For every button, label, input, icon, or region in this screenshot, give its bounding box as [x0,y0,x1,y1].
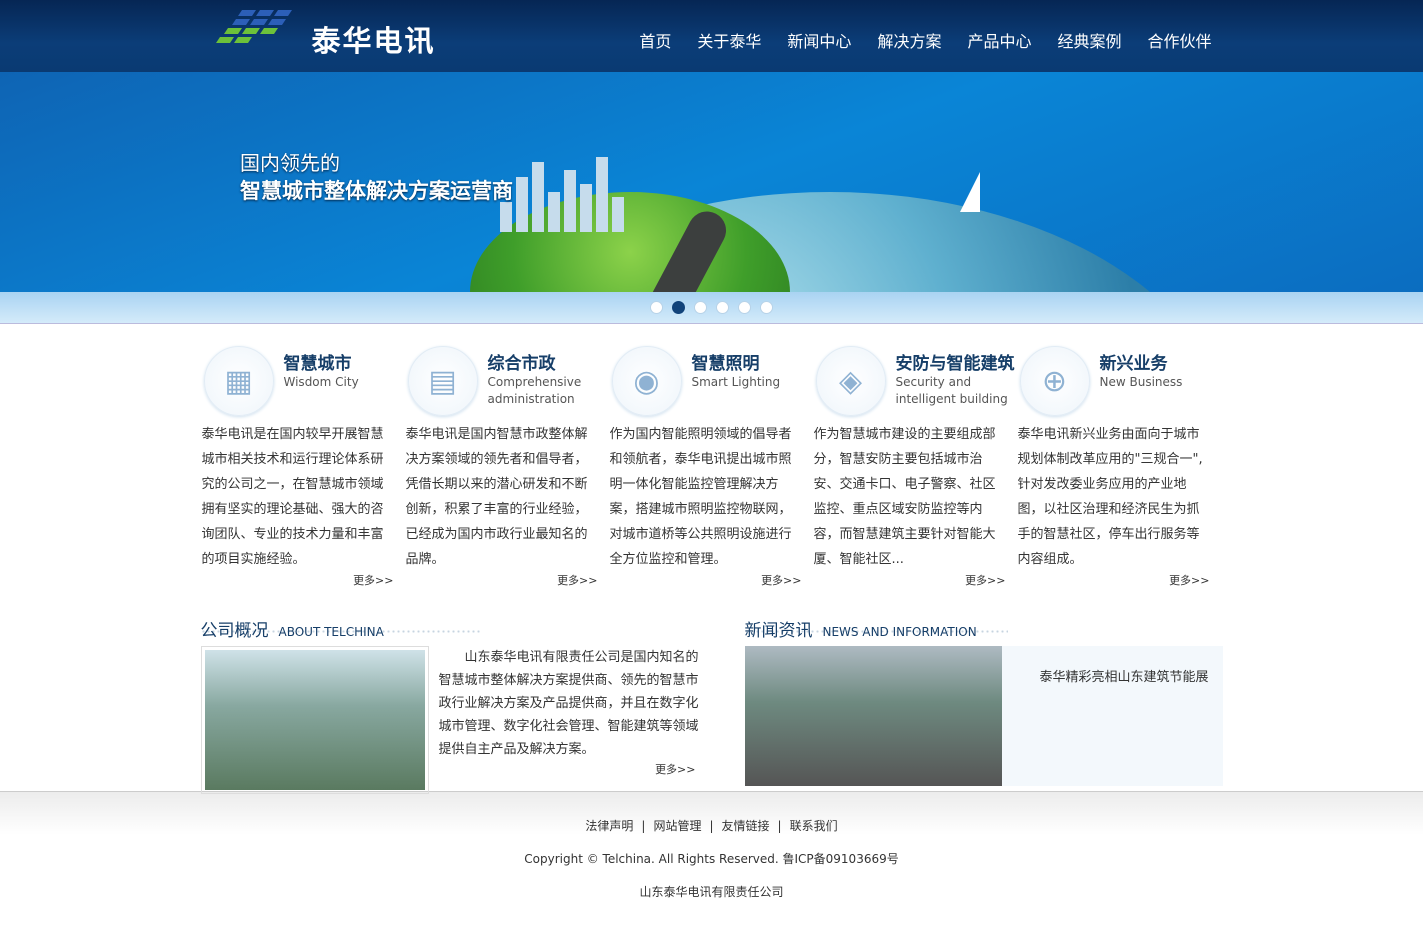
about-title[interactable]: 公司概况 [201,616,269,641]
layers-icon: ◈ [815,346,886,416]
more-link[interactable]: 更多>> [1169,572,1209,588]
news-title[interactable]: 新闻资讯 [745,616,813,641]
banner-line1: 国内领先的 [240,151,340,175]
service-desc: 泰华电讯新兴业务由面向于城市规划体制改革应用的"三规合一",针对发改委业务应用的… [1017,427,1203,567]
service-card: ▦ 智慧城市 Wisdom City 泰华电讯是在国内较早开展智慧城市相关技术和运行理… [202,346,406,616]
footer-link-friends[interactable]: 友情链接 [722,819,770,833]
footer-link-admin[interactable]: 网站管理 [653,819,701,833]
slide-dot-1[interactable] [650,301,663,314]
service-title[interactable]: 新兴业务 [1100,349,1168,374]
nav-about[interactable]: 关于泰华 [697,28,761,52]
nav-news[interactable]: 新闻中心 [787,28,851,52]
about-heading: 公司概况 ABOUT TELCHINA [200,616,711,644]
slide-dot-3[interactable] [694,301,707,314]
brand-name: 泰华电讯 [311,24,436,58]
service-desc: 泰华电讯是在国内较早开展智慧城市相关技术和运行理论体系研究的公司之一，在智慧城市… [201,427,384,567]
service-card: ▤ 综合市政 Comprehensive administration 泰华电讯是国内… [406,346,610,616]
news-headline[interactable]: 泰华精彩亮相山东建筑节能展 [1002,646,1221,786]
more-link[interactable]: 更多>> [965,572,1005,588]
city-skyline [500,152,624,232]
copyright: Copyright © Telchina. All Rights Reserve… [524,852,899,866]
nav-home[interactable]: 首页 [639,28,671,52]
service-title[interactable]: 安防与智能建筑 [896,349,1015,374]
main-nav: 首页 关于泰华 新闻中心 解决方案 产品中心 经典案例 合作伙伴 [613,28,1211,52]
service-card: ◉ 智慧照明 Smart Lighting 作为国内智能照明领域的倡导者和领航者，泰华… [610,346,814,616]
service-title[interactable]: 智慧照明 [692,349,760,374]
service-title[interactable]: 智慧城市 [284,349,352,374]
company-name: 山东泰华电讯有限责任公司 [639,885,784,899]
logo-icon[interactable] [212,6,307,62]
service-subtitle: New Business [1099,375,1183,389]
service-desc: 泰华电讯是国内智慧市政整体解决方案领域的领先者和倡导者，凭借长期以来的潜心研发和… [405,427,588,567]
nav-solutions[interactable]: 解决方案 [877,28,941,52]
nav-cases[interactable]: 经典案例 [1057,28,1121,52]
slide-dot-2[interactable] [672,301,685,314]
service-desc: 作为智慧城市建设的主要组成部分，智慧安防主要包括城市治安、交通卡口、电子警察、社… [813,427,996,567]
slide-dot-5[interactable] [738,301,751,314]
footer-link-contact[interactable]: 联系我们 [790,819,838,833]
building-icon: ▦ [203,346,274,416]
service-subtitle: Smart Lighting [691,375,781,389]
footer-link-legal[interactable]: 法律声明 [585,819,633,833]
slide-dot-6[interactable] [760,301,773,314]
slide-dot-4[interactable] [716,301,729,314]
lightbulb-icon: ◉ [611,346,682,416]
services: ▦ 智慧城市 Wisdom City 泰华电讯是在国内较早开展智慧城市相关技术和运行理… [202,324,1222,616]
news-heading: 新闻资讯 NEWS AND INFORMATION [744,616,1223,644]
sailboat-icon [960,172,980,212]
about-subtitle: ABOUT TELCHINA [278,625,384,639]
news-subtitle: NEWS AND INFORMATION [822,625,977,639]
nav-products[interactable]: 产品中心 [967,28,1031,52]
more-link[interactable]: 更多>> [353,572,393,588]
slider-dots [0,292,1423,324]
banner-line2: 智慧城市整体解决方案运营商 [240,179,513,203]
document-icon: ▤ [407,346,478,416]
more-link[interactable]: 更多>> [761,572,801,588]
header: 泰华电讯 首页 关于泰华 新闻中心 解决方案 产品中心 经典案例 合作伙伴 [0,0,1423,72]
footer-links: 法律声明 | 网站管理 | 友情链接 | 联系我们 [585,819,838,833]
service-subtitle: Security and intelligent building [895,375,1008,406]
service-title[interactable]: 综合市政 [488,349,556,374]
info-section: 公司概况 ABOUT TELCHINA 山东泰华电讯有限责任公司是国内知名的智慧城… [200,616,1223,794]
company-photo[interactable] [200,646,429,794]
service-subtitle: Wisdom City [283,375,359,389]
news-item: 泰华精彩亮相山东建筑节能展 [744,646,1223,786]
service-card: ⊕ 新兴业务 New Business 泰华电讯新兴业务由面向于城市规划体制改革应用的… [1018,346,1222,616]
news-photo[interactable] [744,646,1002,786]
about-more-link[interactable]: 更多>> [655,761,695,777]
globe-search-icon: ⊕ [1019,346,1090,416]
about-panel: 公司概况 ABOUT TELCHINA 山东泰华电讯有限责任公司是国内知名的智慧城… [200,616,711,794]
banner[interactable]: 国内领先的 智慧城市整体解决方案运营商 [0,72,1423,292]
more-link[interactable]: 更多>> [557,572,597,588]
nav-partners[interactable]: 合作伙伴 [1147,28,1211,52]
service-card: ◈ 安防与智能建筑 Security and intelligent buildin… [814,346,1018,616]
service-subtitle: Comprehensive administration [487,375,582,406]
service-desc: 作为国内智能照明领域的倡导者和领航者，泰华电讯提出城市照明一体化智能监控管理解决… [609,427,792,567]
news-panel: 新闻资讯 NEWS AND INFORMATION 泰华精彩亮相山东建筑节能展 [744,616,1223,791]
footer: 法律声明 | 网站管理 | 友情链接 | 联系我们 Copyright © Telchina… [0,791,1423,899]
